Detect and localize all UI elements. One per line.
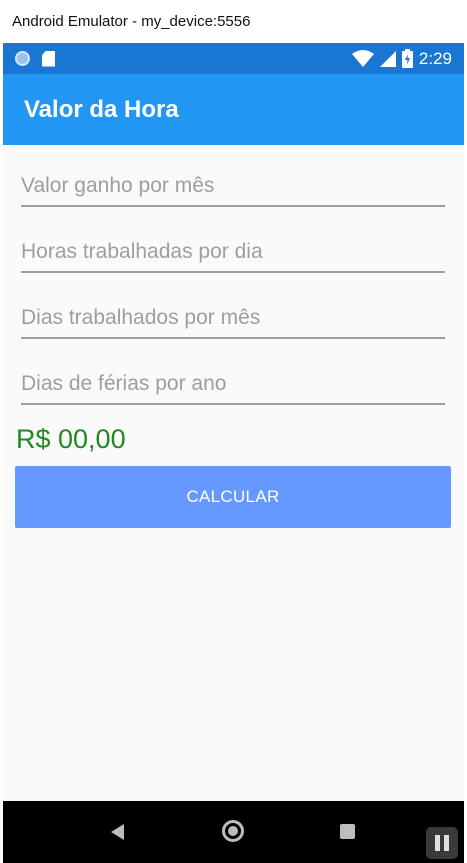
monthly-earnings-input[interactable]	[21, 167, 445, 205]
pause-icon[interactable]	[426, 827, 458, 859]
device-screen: 2:29 Valor da Hora R$ 00,00 CALCULAR	[3, 43, 464, 863]
main-content: R$ 00,00 CALCULAR	[3, 145, 464, 801]
battery-charging-icon	[401, 49, 413, 68]
hours-per-day-field[interactable]	[21, 233, 445, 273]
signal-icon	[379, 50, 396, 67]
sync-icon	[15, 51, 30, 66]
navigation-bar	[3, 801, 464, 863]
hours-per-day-input[interactable]	[21, 233, 445, 271]
calculate-button[interactable]: CALCULAR	[15, 466, 451, 528]
page-title: Valor da Hora	[24, 95, 179, 123]
sd-card-icon	[42, 50, 55, 67]
status-time: 2:29	[418, 48, 452, 68]
days-per-month-input[interactable]	[21, 299, 445, 337]
vacation-days-field[interactable]	[21, 365, 445, 405]
days-per-month-field[interactable]	[21, 299, 445, 339]
home-icon[interactable]	[222, 820, 244, 842]
status-bar: 2:29	[3, 43, 464, 74]
wifi-icon	[351, 50, 374, 67]
app-bar: Valor da Hora	[3, 74, 464, 145]
emulator-window: Android Emulator - my_device:5556 2:29 V…	[0, 0, 467, 863]
recent-apps-icon[interactable]	[340, 824, 355, 839]
back-icon[interactable]	[111, 824, 124, 840]
vacation-days-input[interactable]	[21, 365, 445, 403]
hourly-rate-result: R$ 00,00	[16, 424, 126, 454]
monthly-earnings-field[interactable]	[21, 167, 445, 207]
window-title: Android Emulator - my_device:5556	[0, 0, 467, 43]
